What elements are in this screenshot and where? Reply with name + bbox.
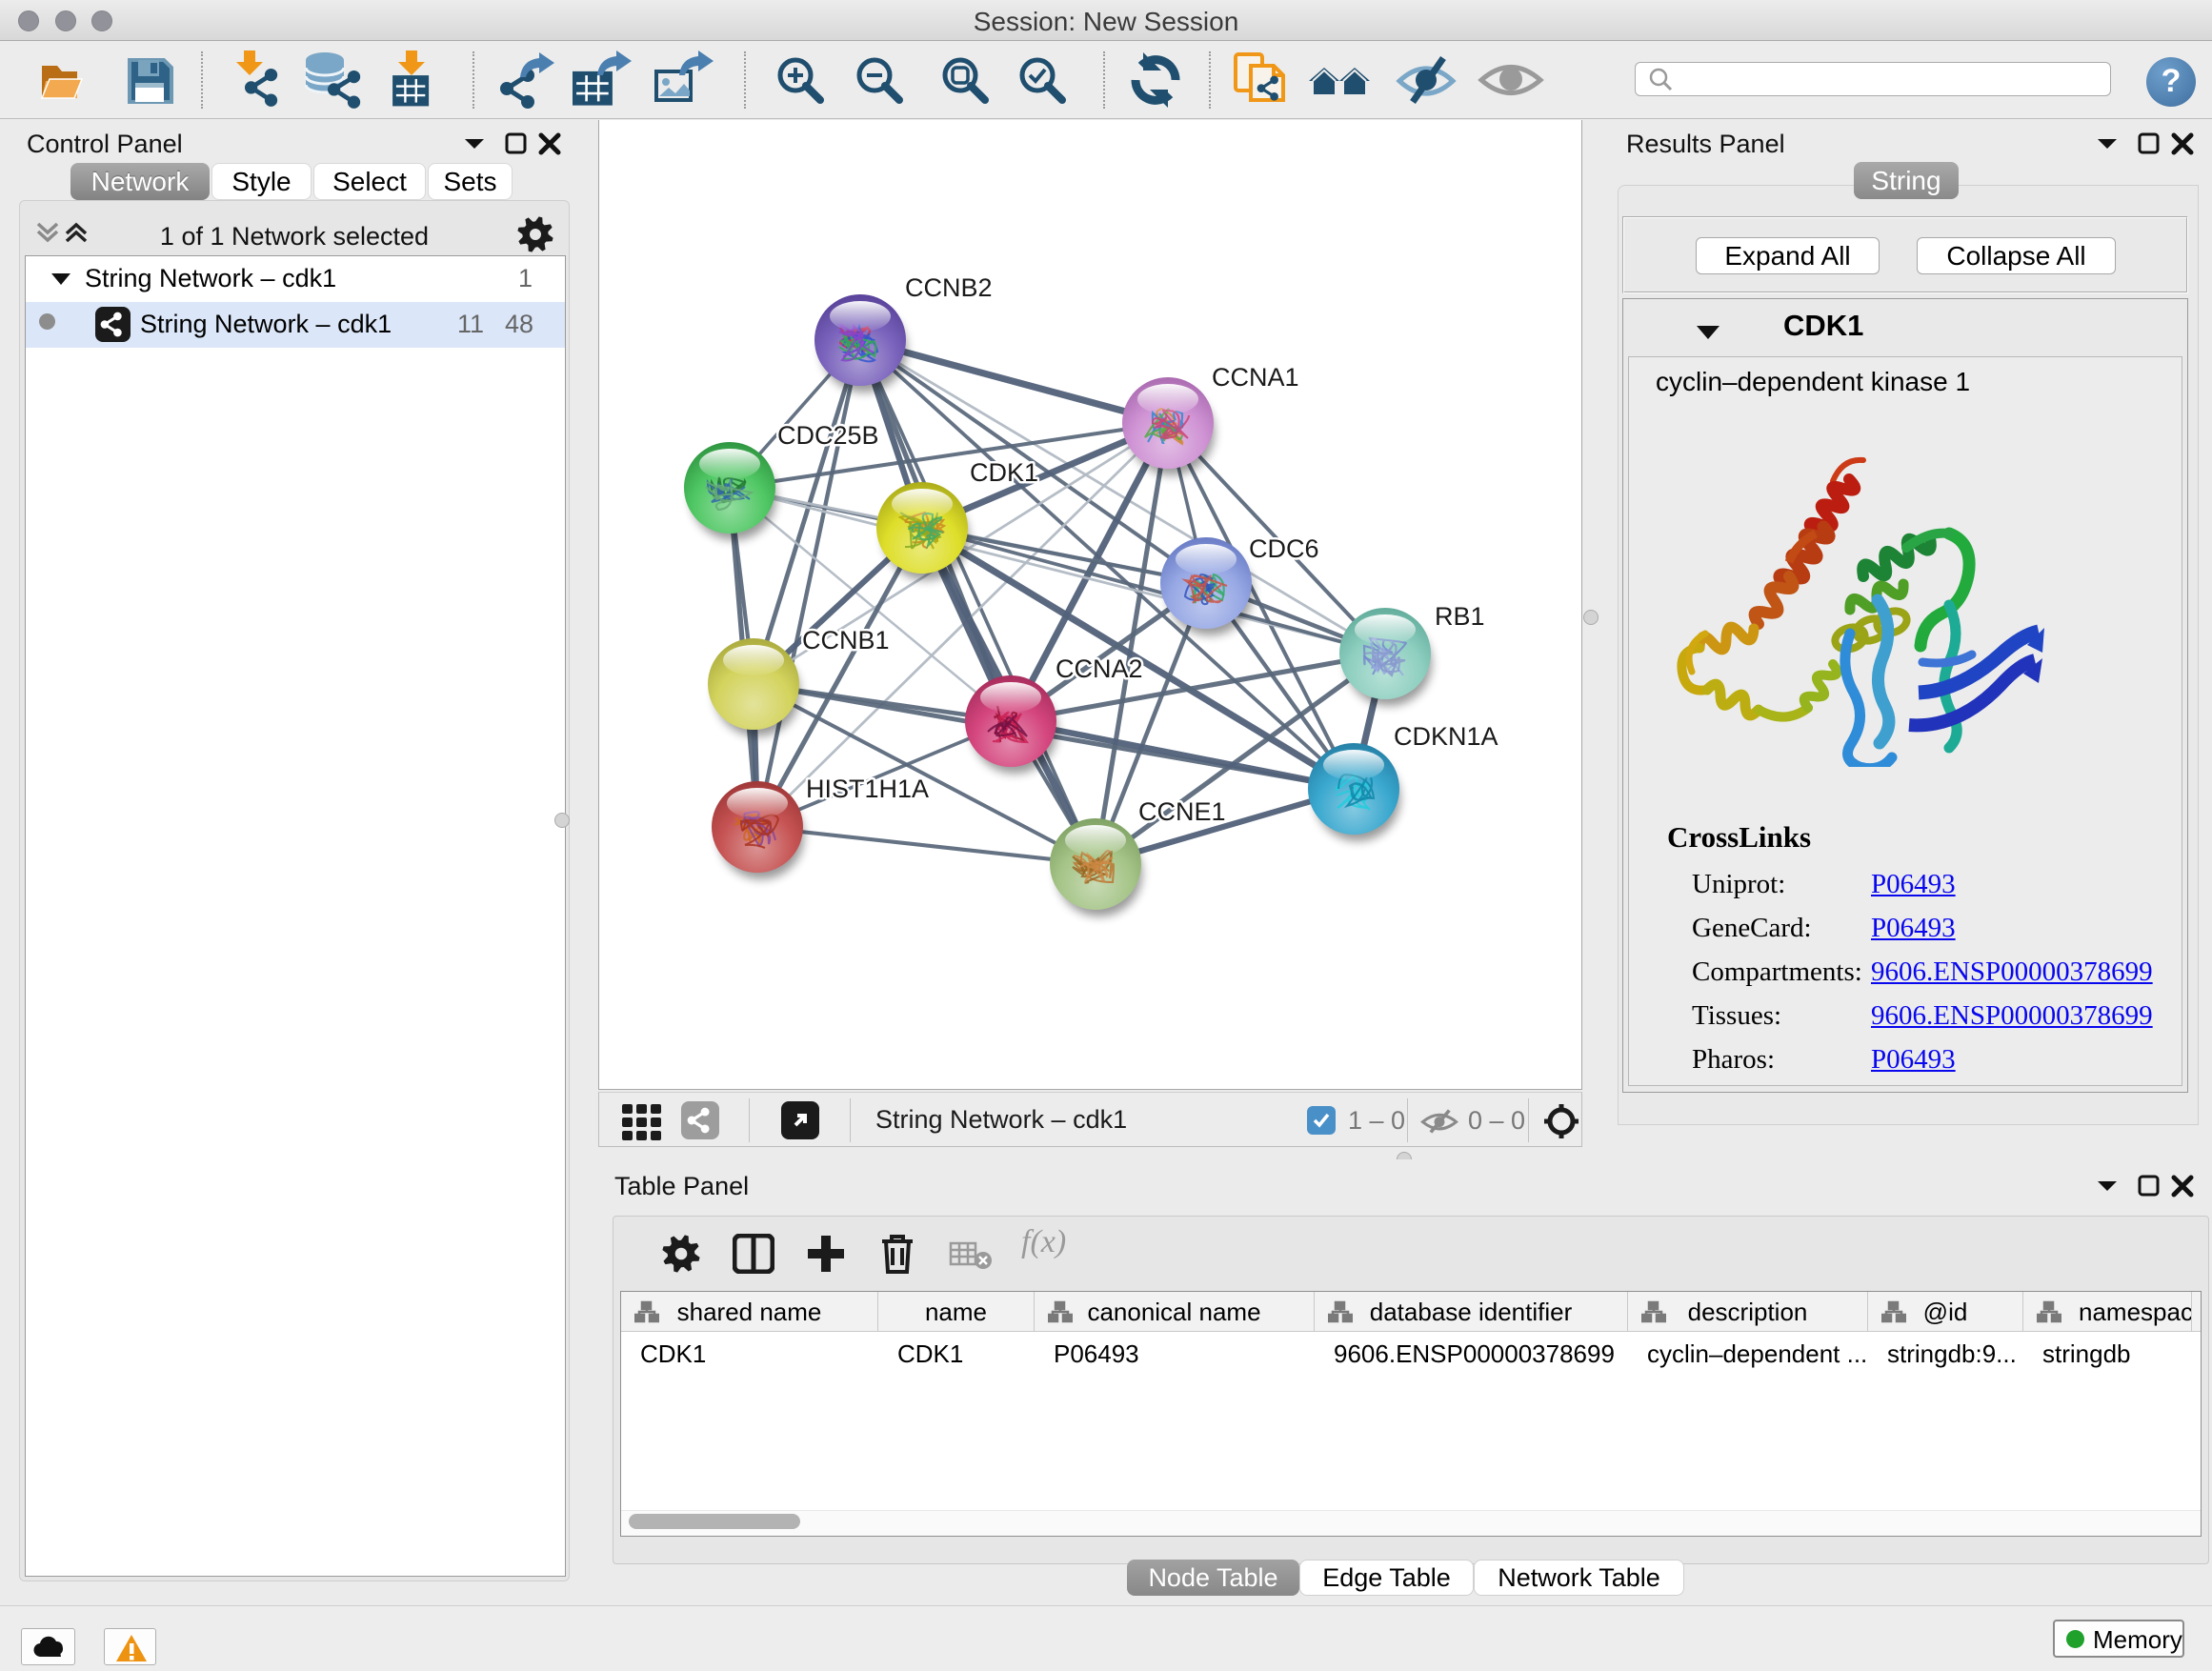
svg-text:CDKN1A: CDKN1A: [1394, 722, 1498, 751]
svg-text:CCNA2: CCNA2: [1056, 654, 1143, 683]
svg-text:CCNB1: CCNB1: [802, 626, 890, 654]
svg-text:HIST1H1A: HIST1H1A: [806, 775, 929, 803]
svg-text:CDC25B: CDC25B: [777, 421, 879, 450]
svg-text:CDK1: CDK1: [970, 458, 1038, 487]
svg-text:CDC6: CDC6: [1249, 534, 1319, 563]
svg-text:CCNA1: CCNA1: [1212, 363, 1299, 392]
svg-text:CCNB2: CCNB2: [905, 273, 993, 302]
svg-text:RB1: RB1: [1435, 602, 1485, 631]
svg-text:CCNE1: CCNE1: [1138, 797, 1226, 826]
